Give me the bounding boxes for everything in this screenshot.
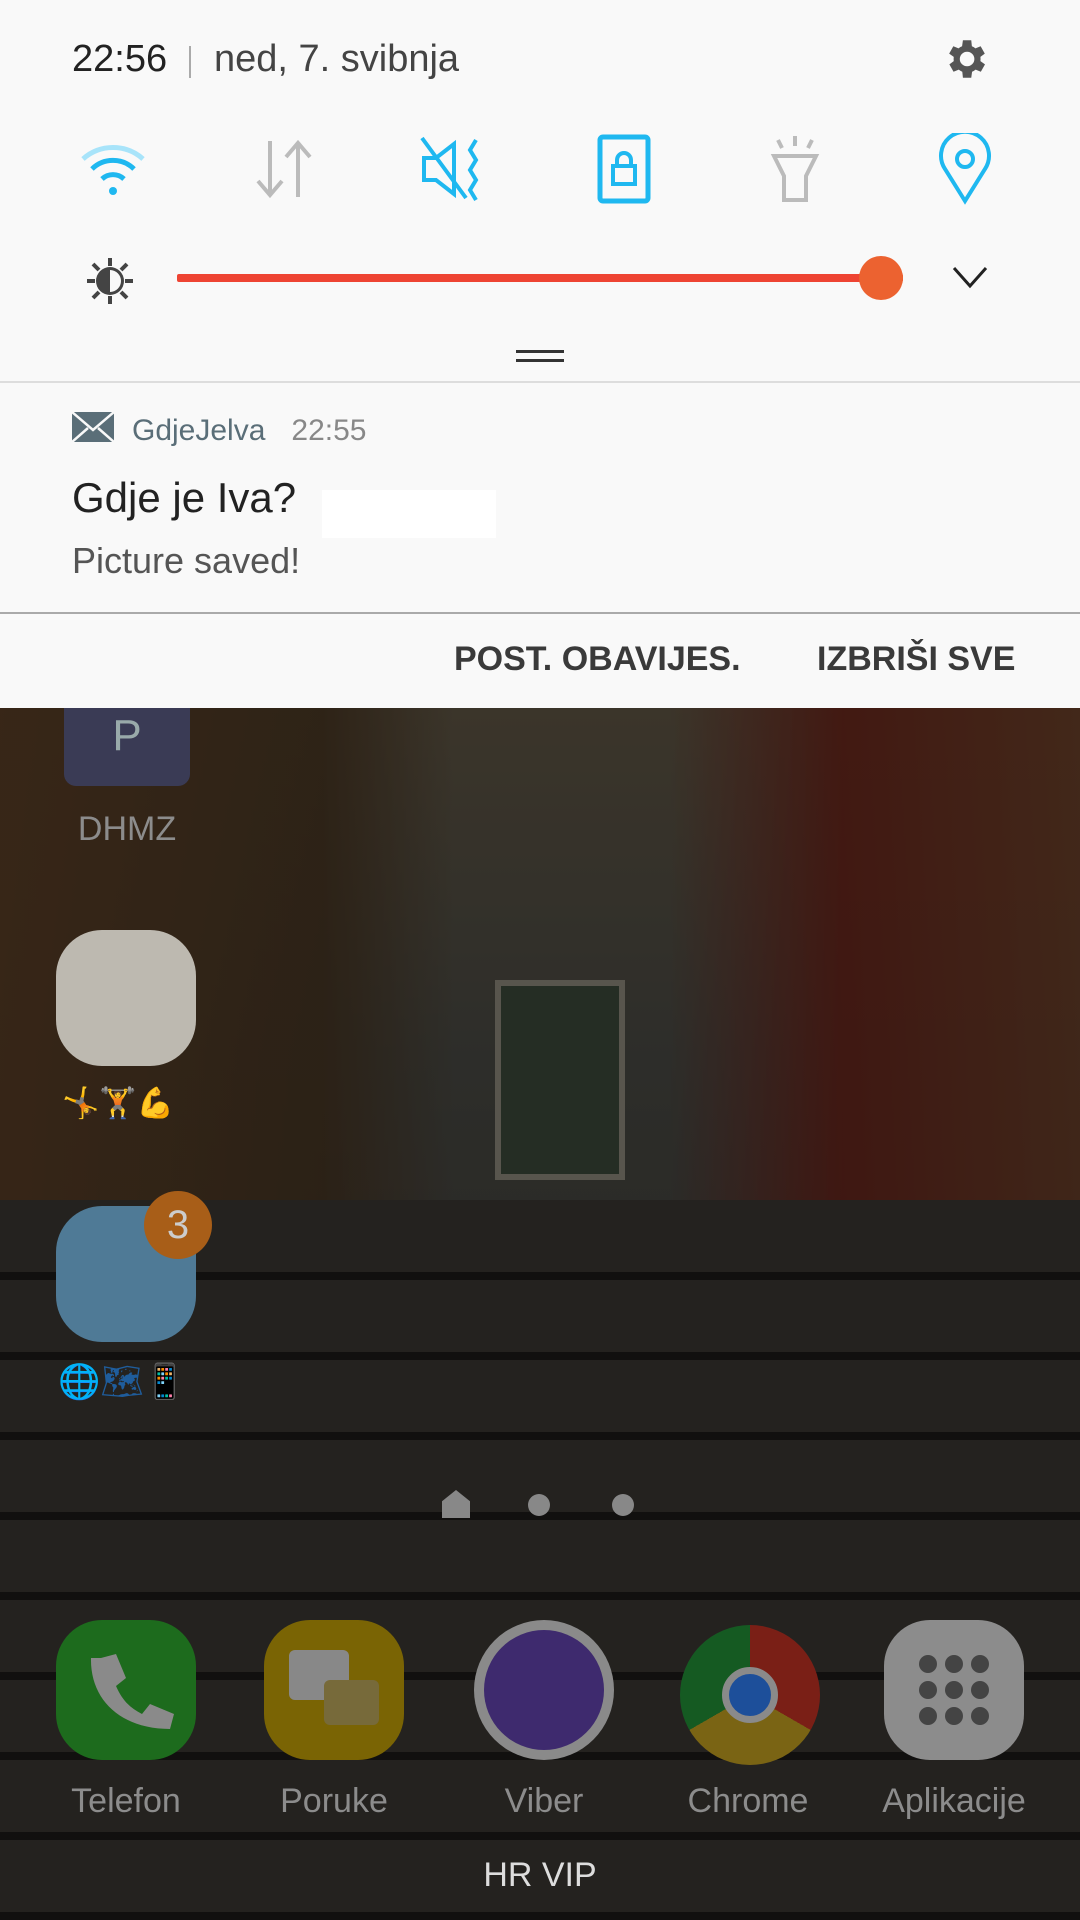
dock-label: Aplikacije: [882, 1782, 1026, 1820]
folder-1-apps-row: 🤸🏋💪: [62, 1087, 175, 1120]
brightness-icon: [85, 256, 135, 306]
carrier-label: HR VIP: [483, 1856, 597, 1894]
app-aplikacije-icon[interactable]: [884, 1620, 1024, 1760]
panel-drag-handle[interactable]: [516, 350, 564, 362]
folder-2-apps-row: 🌐🗺📱: [58, 1363, 186, 1401]
divider: [0, 381, 1080, 383]
notification-title: Gdje je Iva?: [72, 474, 297, 521]
redacted-area: [322, 490, 496, 538]
notification-shade: 22:56 ned, 7. svibnja GdjeJelva 22:55 Gd…: [0, 0, 1080, 708]
app-poruke-icon[interactable]: [264, 1620, 404, 1760]
location-icon[interactable]: [930, 133, 1000, 205]
clear-all-button[interactable]: IZBRIŠI SVE: [817, 640, 1015, 679]
chevron-down-icon[interactable]: [950, 262, 990, 292]
mobile-data-icon[interactable]: [250, 134, 320, 204]
flashlight-icon[interactable]: [760, 134, 830, 204]
wifi-icon[interactable]: [78, 134, 148, 204]
screen-lock-rotation-icon[interactable]: [589, 134, 659, 204]
app-chrome-icon[interactable]: [680, 1625, 820, 1765]
notification-header: GdjeJelva 22:55: [71, 411, 367, 450]
notification-app-name: GdjeJelva: [132, 414, 266, 447]
notification-body: Picture saved!: [72, 540, 301, 581]
mail-icon: [71, 411, 115, 450]
settings-gear-icon[interactable]: [940, 34, 990, 84]
folder-1-icon[interactable]: [56, 930, 196, 1066]
header-divider: [189, 46, 191, 78]
app-dhmz-label: DHMZ: [77, 810, 177, 848]
folder-badge: 3: [144, 1191, 212, 1259]
dock-label: Chrome: [687, 1782, 809, 1820]
date: ned, 7. svibnja: [214, 38, 460, 80]
notification-time: 22:55: [291, 414, 367, 447]
page-dot[interactable]: [528, 1494, 550, 1516]
dock-label: Viber: [504, 1782, 584, 1820]
notification-settings-button[interactable]: POST. OBAVIJES.: [454, 640, 741, 679]
clock: 22:56: [72, 38, 168, 80]
brightness-slider[interactable]: [177, 274, 903, 282]
app-telefon-icon[interactable]: [56, 1620, 196, 1760]
brightness-slider-thumb[interactable]: [859, 256, 903, 300]
app-dhmz-icon[interactable]: P: [64, 706, 190, 786]
dock-label: Telefon: [71, 1782, 181, 1820]
page-dot[interactable]: [612, 1494, 634, 1516]
app-viber-icon[interactable]: [474, 1620, 614, 1760]
divider: [0, 612, 1080, 614]
sound-mute-icon[interactable]: [420, 134, 490, 204]
dock-label: Poruke: [280, 1782, 388, 1820]
